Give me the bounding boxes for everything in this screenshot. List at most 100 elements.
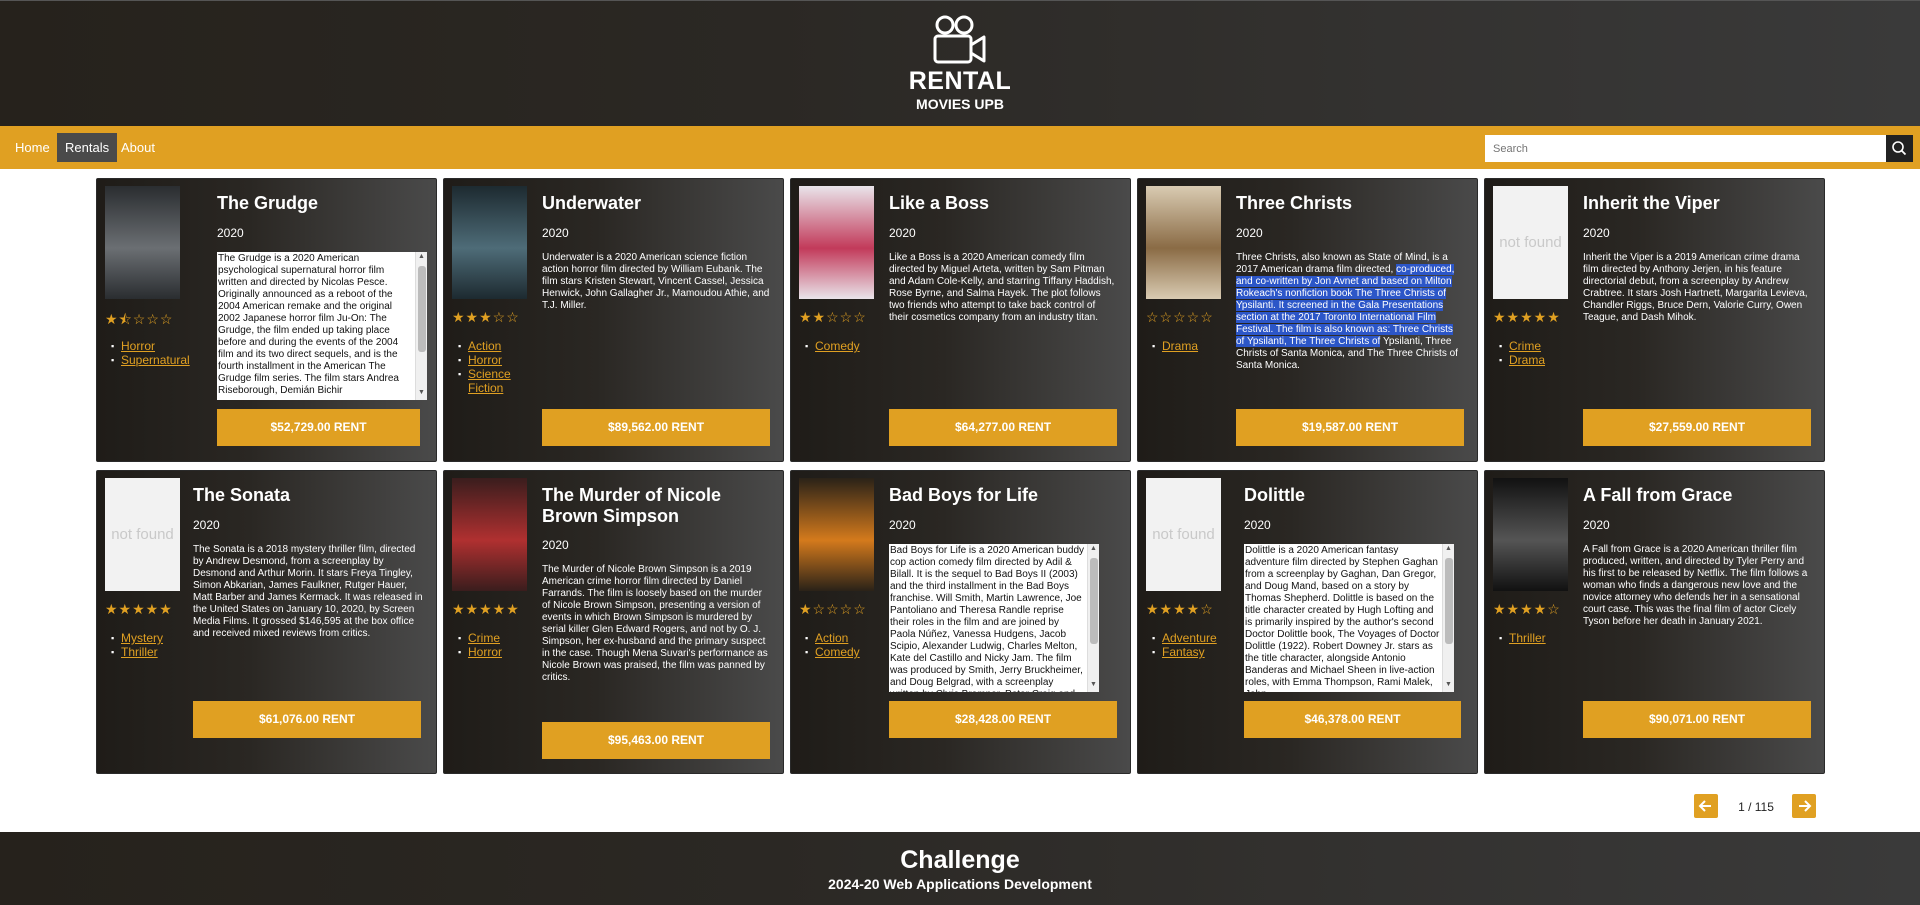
movie-card: ☆☆☆☆☆ Drama Three Christs 2020 Three Christs… bbox=[1137, 178, 1478, 462]
genre-link[interactable]: Drama bbox=[1499, 353, 1545, 367]
genre-link[interactable]: Horror bbox=[458, 645, 502, 659]
poster-not-found-text: not found bbox=[1152, 526, 1215, 543]
movie-year: 2020 bbox=[889, 226, 916, 240]
genre-list: AdventureFantasy bbox=[1152, 631, 1217, 659]
movie-card: not found ★★★★★ CrimeDrama Inherit the Vipe… bbox=[1484, 178, 1825, 462]
scroll-thumb[interactable] bbox=[1445, 558, 1453, 644]
genre-link[interactable]: Mystery bbox=[111, 631, 163, 645]
movie-year: 2020 bbox=[1244, 518, 1271, 532]
movie-title: A Fall from Grace bbox=[1583, 485, 1733, 505]
movie-description: Three Christs, also known as State of Mi… bbox=[1236, 252, 1458, 371]
search-button[interactable] bbox=[1886, 135, 1913, 162]
movie-poster bbox=[1493, 478, 1568, 591]
rent-button[interactable]: $46,378.00 RENT bbox=[1244, 701, 1461, 738]
star-rating: ★★★★★ bbox=[452, 601, 520, 617]
genre-link[interactable]: Horror bbox=[111, 339, 190, 353]
genre-link[interactable]: Action bbox=[458, 339, 518, 353]
genre-link[interactable]: Fantasy bbox=[1152, 645, 1217, 659]
arrow-left-icon bbox=[1698, 800, 1711, 812]
nav-home[interactable]: Home bbox=[7, 133, 58, 162]
rent-button[interactable]: $89,562.00 RENT bbox=[542, 409, 770, 446]
movie-title: The Sonata bbox=[193, 485, 291, 505]
genre-link[interactable]: Crime bbox=[1499, 339, 1545, 353]
movie-title: Dolittle bbox=[1244, 485, 1305, 505]
description-scrollbar[interactable]: ▲ ▼ bbox=[415, 252, 427, 400]
genre-link[interactable]: Action bbox=[805, 631, 860, 645]
rent-button[interactable]: $52,729.00 RENT bbox=[217, 409, 420, 446]
poster-not-found-text: not found bbox=[1499, 234, 1562, 251]
movie-description: The Sonata is a 2018 mystery thriller fi… bbox=[193, 544, 423, 639]
movie-year: 2020 bbox=[1583, 226, 1610, 240]
movie-description: A Fall from Grace is a 2020 American thr… bbox=[1583, 544, 1808, 627]
star-rating: ★★☆☆☆ bbox=[799, 309, 867, 325]
rent-button[interactable]: $61,076.00 RENT bbox=[193, 701, 421, 738]
movie-title: Inherit the Viper bbox=[1583, 193, 1720, 213]
description-scrollbar[interactable]: ▲ ▼ bbox=[1087, 544, 1099, 692]
poster-not-found-text: not found bbox=[111, 526, 174, 543]
scroll-down-arrow-icon[interactable]: ▼ bbox=[1445, 681, 1452, 688]
genre-link[interactable]: Comedy bbox=[805, 645, 860, 659]
movie-year: 2020 bbox=[1236, 226, 1263, 240]
arrow-right-icon bbox=[1799, 800, 1812, 812]
movie-year: 2020 bbox=[1583, 518, 1610, 532]
genre-list: CrimeHorror bbox=[458, 631, 502, 659]
movie-description[interactable]: Dolittle is a 2020 American fantasy adve… bbox=[1244, 544, 1442, 692]
movie-year: 2020 bbox=[889, 518, 916, 532]
movie-description: Like a Boss is a 2020 American comedy fi… bbox=[889, 252, 1115, 323]
genre-link[interactable]: Comedy bbox=[805, 339, 860, 353]
search-input[interactable] bbox=[1485, 135, 1887, 162]
search-icon bbox=[1892, 141, 1907, 156]
movie-description[interactable]: Bad Boys for Life is a 2020 American bud… bbox=[889, 544, 1087, 692]
star-rating: ★⯪☆☆☆ bbox=[105, 311, 174, 327]
rent-button[interactable]: $28,428.00 RENT bbox=[889, 701, 1117, 738]
genre-link[interactable]: Horror bbox=[458, 353, 518, 367]
movie-poster bbox=[799, 186, 874, 299]
genre-link[interactable]: Crime bbox=[458, 631, 502, 645]
nav-about[interactable]: About bbox=[113, 133, 163, 162]
scroll-up-arrow-icon[interactable]: ▲ bbox=[1090, 545, 1097, 552]
genre-link[interactable]: Supernatural bbox=[111, 353, 190, 367]
genre-link[interactable]: Science Fiction bbox=[458, 367, 518, 395]
genre-list: CrimeDrama bbox=[1499, 339, 1545, 367]
star-rating: ★☆☆☆☆ bbox=[799, 601, 867, 617]
navbar: Home Rentals About bbox=[0, 126, 1920, 169]
genre-list: ActionComedy bbox=[805, 631, 860, 659]
movie-year: 2020 bbox=[542, 538, 569, 552]
rent-button[interactable]: $19,587.00 RENT bbox=[1236, 409, 1464, 446]
genre-list: HorrorSupernatural bbox=[111, 339, 190, 367]
scroll-up-arrow-icon[interactable]: ▲ bbox=[418, 253, 425, 260]
prev-page-button[interactable] bbox=[1694, 794, 1718, 818]
nav-rentals[interactable]: Rentals bbox=[57, 133, 118, 162]
genre-link[interactable]: Adventure bbox=[1152, 631, 1217, 645]
scroll-down-arrow-icon[interactable]: ▼ bbox=[418, 389, 425, 396]
scroll-thumb[interactable] bbox=[418, 266, 426, 352]
movie-camera-icon bbox=[933, 15, 986, 64]
rent-button[interactable]: $90,071.00 RENT bbox=[1583, 701, 1811, 738]
movie-title: Three Christs bbox=[1236, 193, 1353, 213]
star-rating: ★★★☆☆ bbox=[452, 309, 520, 325]
genre-list: Thriller bbox=[1499, 631, 1546, 645]
movie-description[interactable]: The Grudge is a 2020 American psychologi… bbox=[217, 252, 415, 400]
genre-link[interactable]: Drama bbox=[1152, 339, 1198, 353]
selected-text: co-produced, and co-written by Jon Avnet… bbox=[1236, 264, 1455, 347]
scroll-up-arrow-icon[interactable]: ▲ bbox=[1445, 545, 1452, 552]
movie-title: The Murder of Nicole Brown Simpson bbox=[542, 485, 722, 526]
movie-year: 2020 bbox=[193, 518, 220, 532]
rent-button[interactable]: $95,463.00 RENT bbox=[542, 722, 770, 759]
description-scrollbar[interactable]: ▲ ▼ bbox=[1442, 544, 1454, 692]
movie-poster bbox=[799, 478, 874, 591]
movie-title: Underwater bbox=[542, 193, 642, 213]
rent-button[interactable]: $27,559.00 RENT bbox=[1583, 409, 1811, 446]
scroll-thumb[interactable] bbox=[1090, 558, 1098, 644]
movie-card: not found ★★★★☆ AdventureFantasy Dolittle 20… bbox=[1137, 470, 1478, 774]
star-rating: ★★★★★ bbox=[1493, 309, 1561, 325]
rent-button[interactable]: $64,277.00 RENT bbox=[889, 409, 1117, 446]
genre-link[interactable]: Thriller bbox=[1499, 631, 1546, 645]
movie-title: Bad Boys for Life bbox=[889, 485, 1039, 505]
genre-link[interactable]: Thriller bbox=[111, 645, 163, 659]
movie-poster: not found bbox=[1493, 186, 1568, 299]
movie-year: 2020 bbox=[217, 226, 244, 240]
movie-poster bbox=[452, 478, 527, 591]
next-page-button[interactable] bbox=[1792, 794, 1816, 818]
scroll-down-arrow-icon[interactable]: ▼ bbox=[1090, 681, 1097, 688]
